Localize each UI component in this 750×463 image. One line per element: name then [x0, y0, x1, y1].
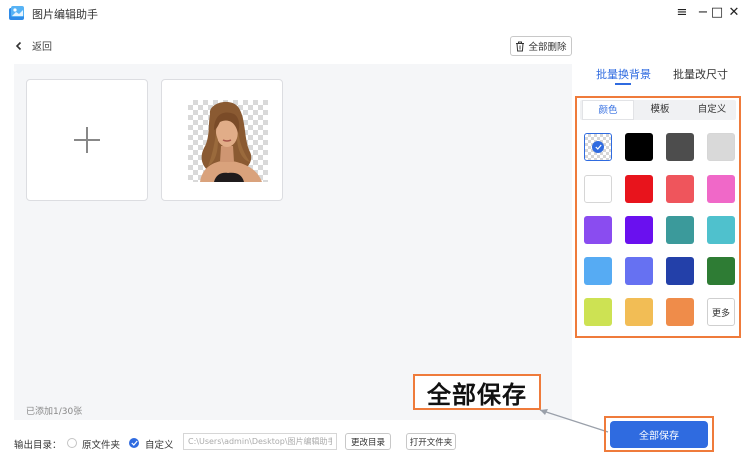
output-path-input[interactable]	[183, 433, 337, 450]
color-swatch[interactable]	[707, 216, 735, 244]
color-swatch[interactable]	[707, 175, 735, 203]
menu-icon[interactable]: ≡	[672, 4, 692, 22]
title-bar	[0, 0, 750, 28]
color-swatch[interactable]	[584, 298, 612, 326]
save-all-button[interactable]: 全部保存	[610, 421, 708, 448]
added-count-text: 已添加1/30张	[26, 407, 83, 417]
radio-original-folder[interactable]	[67, 438, 77, 448]
callout-arrow	[539, 409, 609, 433]
delete-all-label: 全部删除	[528, 42, 567, 53]
active-tab-indicator	[615, 83, 631, 85]
color-swatch[interactable]	[707, 257, 735, 285]
subtab-color[interactable]: 颜色	[582, 100, 634, 120]
chevron-left-icon	[12, 39, 26, 53]
add-image-card[interactable]	[26, 79, 148, 201]
color-swatch[interactable]	[625, 257, 653, 285]
tab-batch-background[interactable]: 批量换背景	[596, 66, 651, 82]
close-icon[interactable]: ✕	[724, 4, 744, 22]
swatch-transparent[interactable]	[584, 133, 612, 161]
portrait-photo	[188, 100, 268, 182]
color-swatch[interactable]	[625, 133, 653, 161]
check-icon	[130, 440, 138, 446]
change-directory-button[interactable]: 更改目录	[345, 433, 391, 450]
option-original-label: 原文件夹	[82, 440, 121, 451]
app-logo-icon	[9, 6, 24, 20]
more-colors-button[interactable]: 更多	[707, 298, 735, 326]
subtab-custom[interactable]: 自定义	[686, 100, 738, 120]
tab-batch-resize[interactable]: 批量改尺寸	[673, 66, 728, 82]
color-swatch[interactable]	[666, 175, 694, 203]
save-all-callout: 全部保存	[413, 374, 541, 410]
color-swatch[interactable]	[707, 133, 735, 161]
open-folder-button[interactable]: 打开文件夹	[406, 433, 456, 450]
color-swatch[interactable]	[625, 298, 653, 326]
color-swatch[interactable]	[625, 175, 653, 203]
radio-custom-folder[interactable]	[129, 438, 139, 448]
color-swatch[interactable]	[625, 216, 653, 244]
color-swatch[interactable]	[584, 216, 612, 244]
plus-icon	[74, 127, 100, 153]
color-swatch[interactable]	[584, 175, 612, 203]
back-label: 返回	[32, 42, 52, 53]
trash-icon	[516, 41, 525, 51]
subtab-template[interactable]: 模板	[634, 100, 686, 120]
delete-all-button[interactable]: 全部删除	[510, 36, 572, 56]
app-title: 图片编辑助手	[32, 8, 98, 21]
output-directory-label: 输出目录：	[14, 440, 62, 451]
color-swatch[interactable]	[584, 257, 612, 285]
selected-check-icon	[592, 141, 604, 153]
back-button[interactable]: 返回	[12, 38, 52, 53]
color-swatch[interactable]	[666, 257, 694, 285]
color-swatch[interactable]	[666, 298, 694, 326]
color-swatch[interactable]	[666, 216, 694, 244]
color-swatch[interactable]	[666, 133, 694, 161]
option-custom-label: 自定义	[145, 440, 174, 451]
